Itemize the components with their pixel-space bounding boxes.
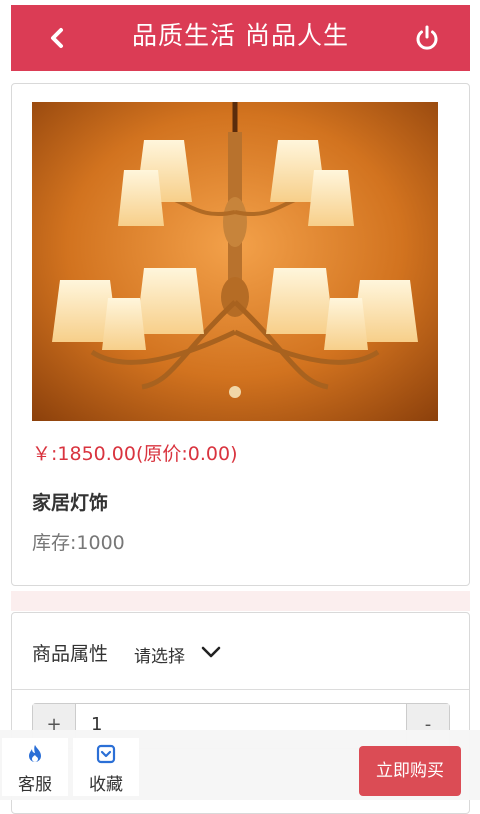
section-divider: [11, 591, 470, 611]
power-icon[interactable]: [412, 23, 442, 53]
product-image[interactable]: [32, 102, 438, 421]
bookmark-icon: [96, 744, 116, 764]
customer-service-button[interactable]: 客服: [2, 738, 68, 796]
attribute-label: 商品属性: [32, 643, 109, 665]
buy-now-button[interactable]: 立即购买: [359, 746, 461, 796]
top-bar: 品质生活 尚品人生: [11, 5, 470, 71]
stock: 库存:1000: [32, 532, 125, 554]
chevron-down-icon[interactable]: [200, 641, 222, 663]
flame-icon: [29, 745, 41, 762]
product-name: 家居灯饰: [32, 492, 109, 514]
favorite-button[interactable]: 收藏: [73, 738, 139, 796]
attribute-selector[interactable]: 商品属性 请选择: [12, 613, 469, 690]
page-title: 品质生活 尚品人生: [132, 21, 349, 50]
attribute-select-text[interactable]: 请选择: [134, 642, 185, 667]
favorite-label: 收藏: [89, 775, 123, 795]
chandelier-photo: [32, 102, 438, 421]
product-card: ￥:1850.00(原价:0.00) 家居灯饰 库存:1000: [11, 83, 470, 586]
price: ￥:1850.00(原价:0.00): [32, 443, 238, 465]
bottom-action-bar: 客服 收藏 立即购买: [0, 730, 480, 800]
customer-service-label: 客服: [18, 775, 52, 795]
